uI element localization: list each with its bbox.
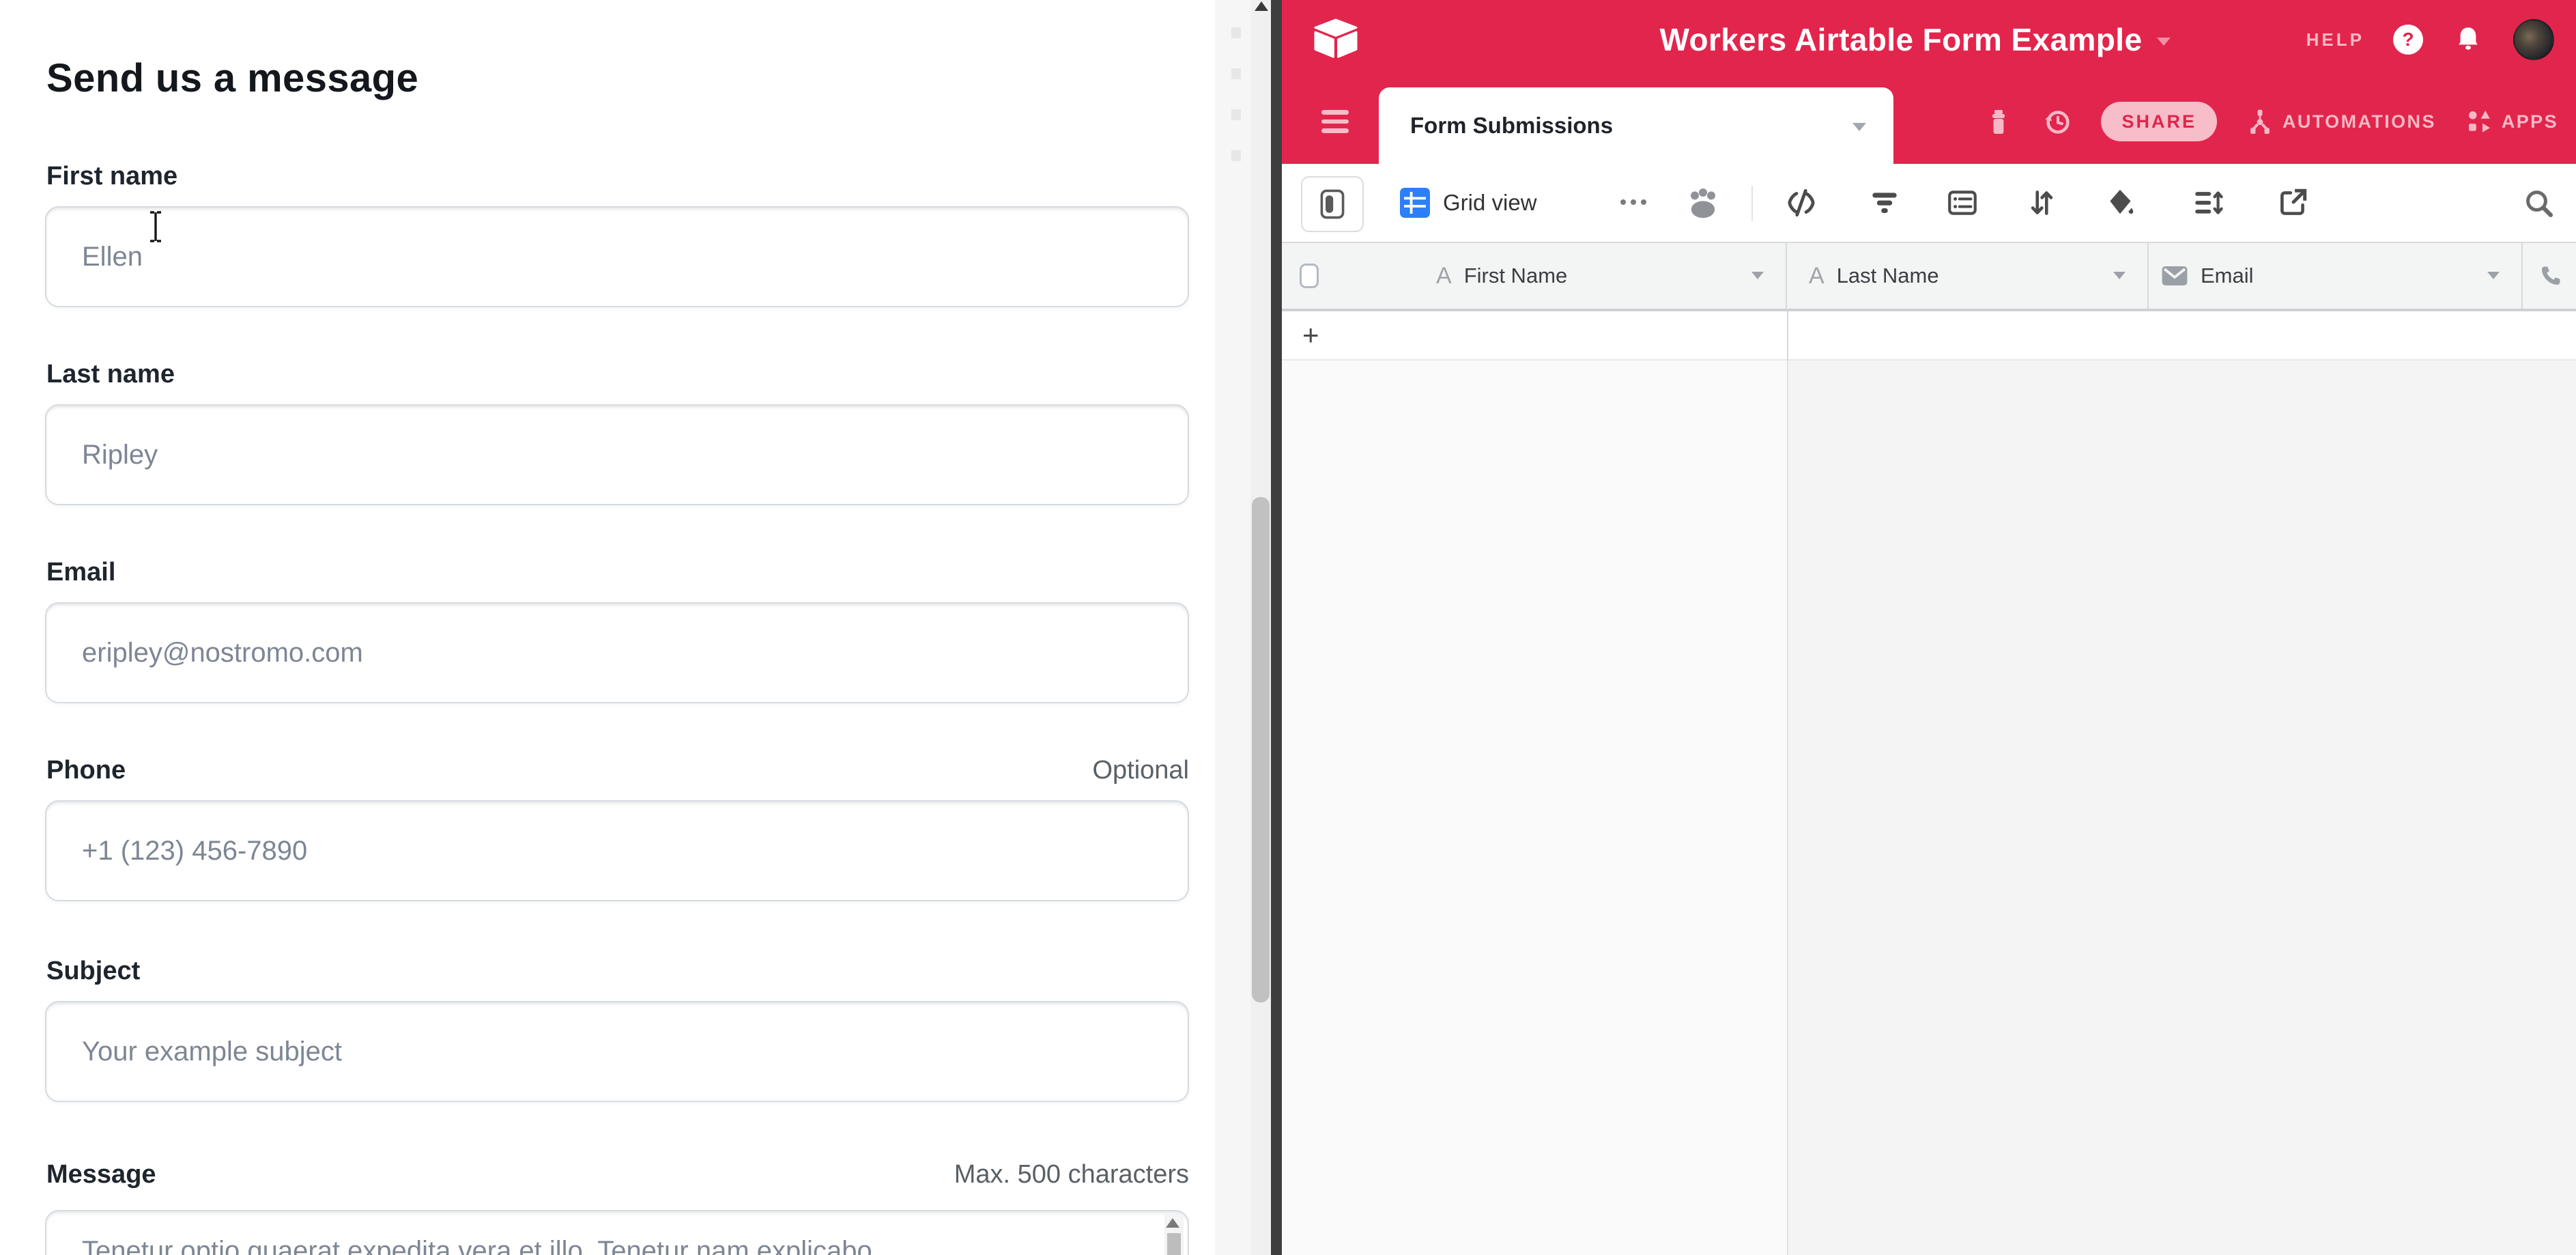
scroll-up-arrow-icon[interactable] bbox=[1166, 1218, 1179, 1228]
email-label: Email bbox=[46, 554, 115, 590]
gutter-dot bbox=[1231, 27, 1241, 38]
automations-label: AUTOMATIONS bbox=[2282, 111, 2436, 132]
scrollbar-up-arrow-icon[interactable] bbox=[1255, 1, 1268, 11]
page-title: Send us a message bbox=[46, 57, 418, 100]
airtable-window: Workers Airtable Form Example HELP ? For… bbox=[1282, 0, 2576, 1255]
message-maxchars-hint: Max. 500 characters bbox=[954, 1157, 1189, 1192]
text-field-icon: A bbox=[1436, 263, 1452, 290]
view-toolbar: Grid view bbox=[1282, 164, 2576, 242]
gutter-dot bbox=[1231, 68, 1241, 79]
color-button[interactable] bbox=[2104, 186, 2138, 220]
last-name-input[interactable] bbox=[45, 404, 1189, 505]
contact-form-pane: Send us a message First name Last name E… bbox=[0, 0, 1215, 1255]
grid-view-icon bbox=[1399, 187, 1431, 218]
sidebar-toggle-icon bbox=[1320, 189, 1345, 219]
phone-field-icon bbox=[2538, 263, 2564, 289]
hide-fields-button[interactable] bbox=[1784, 186, 1818, 220]
column-header-first-name[interactable]: A First Name bbox=[1282, 243, 1787, 309]
last-name-label: Last name bbox=[46, 356, 175, 392]
view-name[interactable]: Grid view bbox=[1443, 164, 1537, 242]
first-name-label: First name bbox=[46, 158, 177, 194]
left-window-scrollbar-thumb[interactable] bbox=[1252, 497, 1270, 1002]
airtable-tabbar: Form Submissions SHARE bbox=[1282, 79, 2576, 164]
column-header-email[interactable]: Email bbox=[2149, 243, 2523, 309]
tab-caret-icon bbox=[1852, 123, 1866, 131]
apps-button[interactable]: APPS bbox=[2463, 105, 2558, 138]
user-avatar[interactable] bbox=[2513, 19, 2554, 60]
first-name-input[interactable] bbox=[45, 206, 1189, 307]
column-caret-icon bbox=[1751, 272, 1764, 279]
view-sidebar-toggle-button[interactable] bbox=[1301, 176, 1364, 232]
column-caret-icon bbox=[2113, 272, 2126, 279]
gutter-dot bbox=[1231, 150, 1241, 161]
airtable-topbar: Workers Airtable Form Example HELP ? bbox=[1282, 0, 2576, 79]
toolbar-divider bbox=[1751, 186, 1753, 221]
automations-button[interactable]: AUTOMATIONS bbox=[2244, 105, 2436, 138]
ibeam-cursor-icon bbox=[147, 210, 164, 243]
help-menu[interactable]: HELP bbox=[2306, 29, 2364, 51]
group-icon bbox=[1945, 186, 1979, 220]
base-title[interactable]: Workers Airtable Form Example bbox=[1660, 21, 2143, 58]
sort-icon bbox=[2024, 186, 2059, 220]
table-tab-label: Form Submissions bbox=[1410, 87, 1613, 164]
screen: Send us a message First name Last name E… bbox=[0, 0, 2576, 1255]
column-header-phone[interactable]: Phone bbox=[2523, 243, 2576, 309]
phone-optional-hint: Optional bbox=[1092, 752, 1189, 788]
phone-label: Phone bbox=[46, 752, 126, 788]
share-button[interactable]: SHARE bbox=[2101, 102, 2217, 141]
filter-icon bbox=[1867, 186, 1902, 220]
trash-icon[interactable] bbox=[1984, 105, 2014, 138]
column-caret-icon bbox=[2487, 272, 2500, 279]
select-all-checkbox[interactable] bbox=[1300, 264, 1319, 288]
message-textarea[interactable]: Tenetur optio quaerat expedita vera et i… bbox=[45, 1210, 1189, 1255]
search-icon bbox=[2521, 185, 2556, 221]
add-record-plus-icon[interactable]: + bbox=[1302, 311, 1319, 359]
search-button[interactable] bbox=[2521, 186, 2556, 220]
message-scrollbar-thumb[interactable] bbox=[1167, 1233, 1181, 1255]
column-divider bbox=[1787, 311, 1788, 361]
message-text: Tenetur optio quaerat expedita vera et i… bbox=[82, 1233, 1147, 1255]
grid-empty-area bbox=[1282, 361, 2576, 1255]
view-options-ellipsis-icon[interactable] bbox=[1620, 199, 1646, 205]
hide-fields-icon bbox=[1784, 186, 1818, 220]
phone-input[interactable] bbox=[45, 800, 1189, 901]
tab-form-submissions[interactable]: Form Submissions bbox=[1379, 87, 1893, 164]
notifications-bell-icon[interactable] bbox=[2452, 23, 2485, 56]
share-view-button[interactable] bbox=[2276, 186, 2310, 220]
group-button[interactable] bbox=[1945, 186, 1979, 220]
automations-icon bbox=[2244, 105, 2276, 138]
pane-gutter bbox=[1215, 0, 1250, 1255]
help-badge-icon[interactable]: ? bbox=[2393, 25, 2423, 55]
history-icon[interactable] bbox=[2041, 105, 2074, 138]
hamburger-menu-icon[interactable] bbox=[1321, 108, 1349, 135]
add-record-row[interactable]: + bbox=[1282, 311, 2576, 361]
filter-button[interactable] bbox=[1867, 186, 1902, 220]
gutter-dot bbox=[1231, 109, 1241, 120]
row-height-icon bbox=[2191, 186, 2225, 220]
collaborators-icon[interactable] bbox=[1682, 186, 1724, 221]
text-field-icon: A bbox=[1809, 263, 1824, 290]
apps-icon bbox=[2463, 105, 2495, 138]
grid-header-row: A First Name A Last Name Email bbox=[1282, 242, 2576, 311]
frozen-column-area bbox=[1282, 361, 1787, 1255]
subject-input[interactable] bbox=[45, 1001, 1189, 1102]
sort-button[interactable] bbox=[2024, 186, 2059, 220]
base-title-caret-icon bbox=[2157, 38, 2171, 46]
message-label: Message bbox=[46, 1157, 156, 1192]
window-edge-divider bbox=[1271, 0, 1282, 1255]
subject-label: Subject bbox=[46, 953, 140, 989]
column-divider bbox=[1787, 361, 1788, 1255]
share-view-icon bbox=[2276, 186, 2310, 220]
email-field-icon bbox=[2161, 264, 2188, 287]
apps-label: APPS bbox=[2502, 111, 2558, 132]
paint-fill-icon bbox=[2104, 186, 2138, 220]
row-height-button[interactable] bbox=[2191, 186, 2225, 220]
column-header-last-name[interactable]: A Last Name bbox=[1787, 243, 2149, 309]
email-input[interactable] bbox=[45, 602, 1189, 703]
